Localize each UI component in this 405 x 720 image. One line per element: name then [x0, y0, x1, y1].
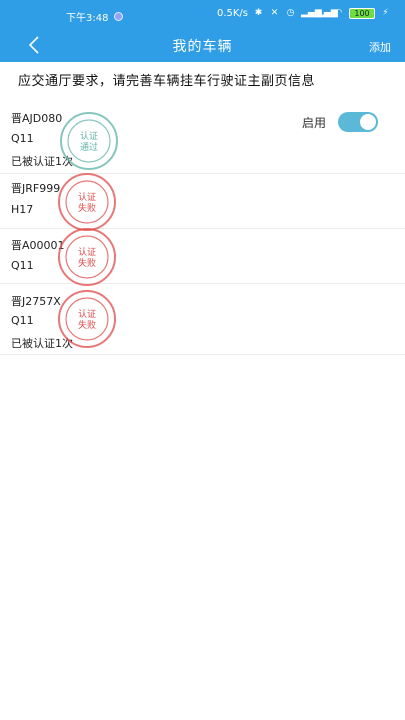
vehicle-plate: 晋J2757X: [11, 295, 61, 308]
wifi-icon: ◠: [334, 8, 343, 18]
battery-level: 100: [354, 9, 370, 18]
mute-icon: ✕: [270, 8, 279, 18]
network-speed: 0.5K/s: [216, 8, 248, 19]
stamp-text-2: 失败: [78, 257, 96, 269]
status-left: 下午3:48: [66, 9, 124, 24]
vehicle-item[interactable]: 晋JRF999 H17 认证 失败: [0, 173, 405, 231]
stamp-text-2: 失败: [78, 319, 96, 331]
vehicle-model: Q11: [11, 259, 34, 272]
toggle-knob: [360, 114, 377, 130]
vehicle-model: Q11: [11, 132, 34, 145]
enable-toggle[interactable]: [338, 112, 379, 132]
enable-control: 启用: [302, 112, 379, 132]
page-title: 我的车辆: [172, 39, 233, 55]
status-right: 0.5K/s ✱ ✕ ◷ ▂▄▆ ▂▄▆ ◠ 100 ⚡: [217, 8, 391, 19]
signal-2-icon: ▂▄▆: [317, 8, 338, 18]
stamp-text-1: 认证: [80, 130, 98, 142]
status-time: 下午3:48: [66, 13, 109, 24]
auth-failed-stamp-icon: 认证 失败: [58, 290, 116, 348]
app-header: 下午3:48 0.5K/s ✱ ✕ ◷ ▂▄▆ ▂▄▆ ◠ 100 ⚡ 我的车辆…: [0, 0, 405, 62]
stamp-text-1: 认证: [78, 308, 96, 320]
bluetooth-icon: ✱: [254, 8, 263, 18]
vehicle-item[interactable]: 晋AJD080 Q11 已被认证1次 认证 通过 启用: [0, 104, 405, 174]
vehicle-plate: 晋JRF999: [11, 182, 61, 195]
auth-failed-stamp-icon: 认证 失败: [58, 228, 116, 286]
nav-bar: 我的车辆 添加: [0, 28, 405, 62]
vehicle-model: Q11: [11, 314, 34, 327]
vehicle-item[interactable]: 晋J2757X Q11 已被认证1次 认证 失败: [0, 284, 405, 355]
notification-dot-icon: [114, 12, 124, 21]
vehicle-item[interactable]: 晋A00001 Q11 认证 失败: [0, 228, 405, 286]
stamp-text-2: 失败: [78, 202, 96, 214]
vehicle-list: 晋AJD080 Q11 已被认证1次 认证 通过 启用 晋JRF999 H17 …: [0, 104, 405, 355]
auth-failed-stamp-icon: 认证 失败: [58, 173, 116, 231]
stamp-text-1: 认证: [78, 191, 96, 203]
enable-label: 启用: [302, 115, 327, 130]
stamp-text-2: 通过: [80, 141, 98, 153]
auth-passed-stamp-icon: 认证 通过: [60, 112, 118, 170]
stamp-text-1: 认证: [78, 246, 96, 258]
status-bar: 下午3:48 0.5K/s ✱ ✕ ◷ ▂▄▆ ▂▄▆ ◠ 100 ⚡: [0, 0, 405, 28]
battery-icon: 100: [349, 8, 375, 19]
vehicle-plate: 晋AJD080: [11, 112, 63, 125]
charging-icon: ⚡: [382, 8, 389, 18]
vehicle-model: H17: [11, 203, 34, 216]
alarm-icon: ◷: [286, 8, 295, 18]
add-vehicle-button[interactable]: 添加: [369, 39, 391, 55]
notice-text: 应交通厅要求，请完善车辆挂车行驶证主副页信息: [18, 74, 316, 89]
signal-icon: ▂▄▆: [301, 8, 322, 18]
